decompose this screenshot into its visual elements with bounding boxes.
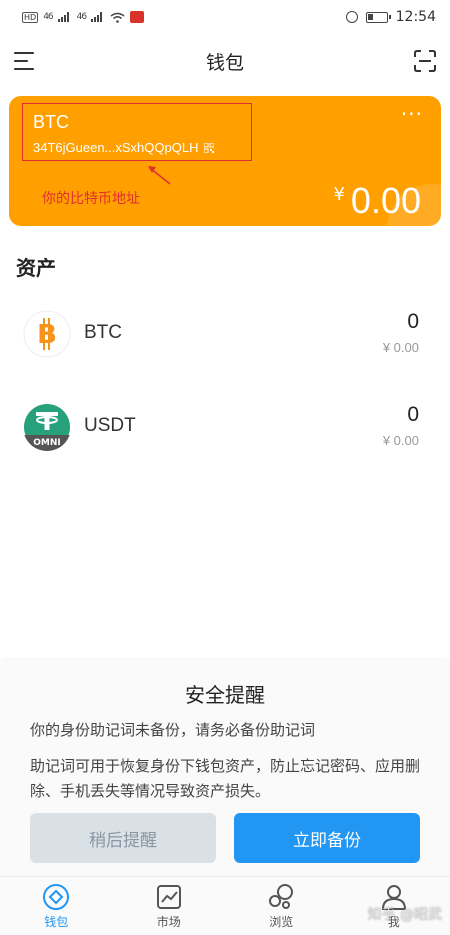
- annotation-arrow-icon: [148, 166, 171, 185]
- security-reminder-detail: 助记词可用于恢复身份下钱包资产，防止忘记密码、应用删除、手机丢失等情况导致资产损…: [30, 757, 421, 800]
- asset-fiat-value: ¥ 0.00: [382, 433, 419, 448]
- asset-quantity: 0: [407, 403, 419, 426]
- tab-label: 市场: [156, 915, 181, 929]
- asset-row-btc[interactable]: B BTC 0 ¥ 0.00: [0, 300, 450, 370]
- security-reminder-title: 安全提醒: [185, 683, 265, 707]
- balance-currency-symbol: ¥: [333, 184, 345, 205]
- battery-icon: [365, 11, 391, 23]
- status-bar: HD 46 46 12:54: [0, 0, 450, 34]
- more-options-icon[interactable]: ···: [401, 104, 423, 124]
- backup-now-button[interactable]: 立即备份: [234, 813, 420, 863]
- wifi-icon: [110, 12, 125, 23]
- nav-bar: 钱包: [0, 36, 450, 86]
- status-time: 12:54: [395, 9, 436, 25]
- tab-label: 钱包: [44, 915, 69, 929]
- tab-market[interactable]: 市场: [113, 877, 226, 935]
- assets-title: 资产: [16, 256, 56, 280]
- svg-text:B: B: [37, 320, 57, 350]
- page-title: 钱包: [205, 51, 244, 74]
- signal-icon: 46: [43, 12, 54, 22]
- tab-browse[interactable]: 浏览: [225, 877, 338, 935]
- asset-name: USDT: [84, 415, 136, 436]
- app-notification-icon: [130, 11, 145, 23]
- signal-icon-2: 46: [76, 12, 88, 22]
- omni-badge-text: OMNI: [33, 438, 61, 448]
- annotation-box: [22, 103, 252, 161]
- signal-bars-icon: [57, 12, 69, 22]
- status-right: 12:54: [345, 9, 436, 25]
- menu-icon[interactable]: [14, 51, 36, 71]
- remind-later-button[interactable]: 稍后提醒: [30, 813, 216, 863]
- tether-omni-icon: OMNI: [24, 404, 70, 451]
- bitcoin-icon: B: [23, 310, 71, 358]
- security-reminder-sheet: 安全提醒 你的身份助记词未备份，请务必备份助记词 助记词可用于恢复身份下钱包资产…: [0, 657, 450, 879]
- status-left: HD 46 46: [22, 11, 145, 23]
- asset-row-usdt[interactable]: OMNI USDT 0 ¥ 0.00: [0, 393, 450, 463]
- watermark: 知乎 @昭武: [367, 907, 442, 923]
- security-reminder-message: 你的身份助记词未备份，请务必备份助记词: [30, 721, 316, 739]
- scan-icon[interactable]: [414, 50, 436, 72]
- market-chart-icon: [156, 885, 181, 909]
- signal-bars-icon-2: [91, 12, 103, 22]
- asset-quantity: 0: [407, 310, 419, 333]
- tab-label: 浏览: [269, 915, 294, 929]
- annotation-label: 你的比特币地址: [42, 191, 140, 207]
- asset-name: BTC: [84, 322, 122, 343]
- hd-indicator: HD: [22, 11, 39, 23]
- tab-wallet[interactable]: 钱包: [0, 877, 113, 935]
- wallet-balance: ¥ 0.00: [333, 180, 421, 222]
- wallet-icon: [43, 884, 70, 910]
- alarm-icon: [345, 11, 358, 23]
- balance-amount: 0.00: [350, 180, 421, 221]
- browse-bubbles-icon: [269, 884, 294, 909]
- asset-fiat-value: ¥ 0.00: [382, 340, 419, 355]
